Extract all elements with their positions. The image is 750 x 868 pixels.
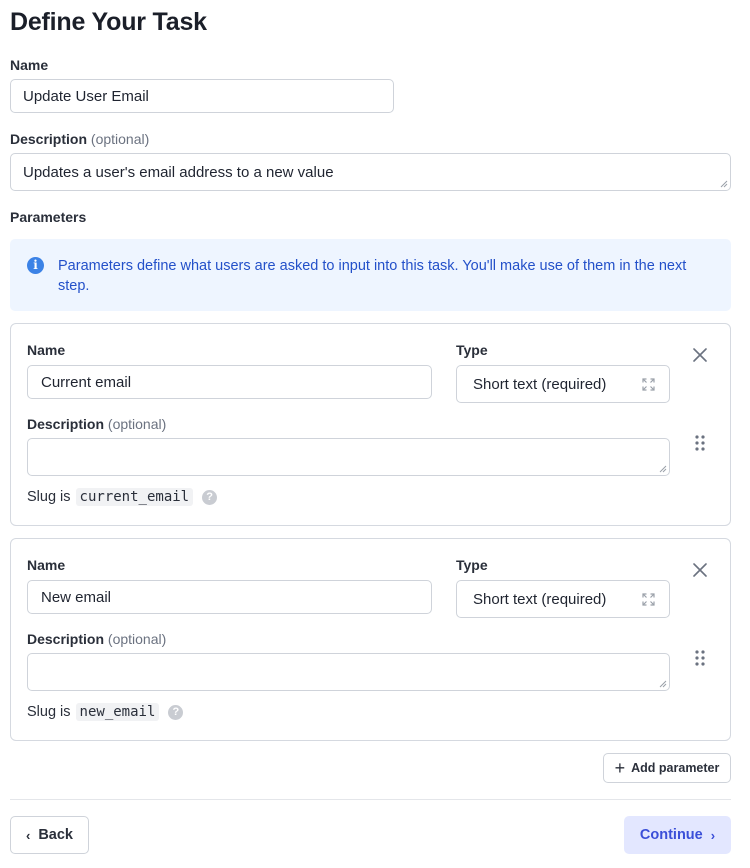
optional-hint: (optional) xyxy=(107,416,167,432)
slug-code: new_email xyxy=(75,703,160,721)
help-question-icon[interactable]: ? xyxy=(202,489,218,505)
parameter-name-value: Current email xyxy=(41,373,132,391)
slug-prefix: Slug is xyxy=(27,489,71,505)
task-name-label: Name xyxy=(10,57,49,73)
continue-button[interactable]: Continue › xyxy=(624,816,731,854)
back-label: Back xyxy=(38,827,73,843)
optional-hint: (optional) xyxy=(107,631,167,647)
task-name-input[interactable]: Update User Email xyxy=(10,79,394,113)
slug-code: current_email xyxy=(75,488,194,506)
parameters-info-text: Parameters define what users are asked t… xyxy=(58,258,687,294)
parameter-description-label: Description (optional) xyxy=(27,631,167,647)
help-question-icon[interactable]: ? xyxy=(168,704,184,720)
back-button[interactable]: ‹ Back xyxy=(10,816,89,854)
parameter-name-value: New email xyxy=(41,588,112,606)
task-description-label: Description (optional) xyxy=(10,131,150,147)
task-description-textarea[interactable]: Updates a user's email address to a new … xyxy=(10,153,731,191)
optional-hint: (optional) xyxy=(90,131,150,147)
parameter-card: Name New email Type Short text (required… xyxy=(10,538,731,741)
resize-handle-icon[interactable] xyxy=(659,465,667,473)
footer-divider xyxy=(10,799,731,800)
drag-handle-icon[interactable] xyxy=(695,650,705,666)
parameters-label: Parameters xyxy=(10,209,87,225)
parameter-card: Name Current email Type Short text (requ… xyxy=(10,323,731,526)
page-title: Define Your Task xyxy=(10,8,207,36)
parameter-name-label: Name xyxy=(27,342,66,358)
drag-handle-icon[interactable] xyxy=(695,435,705,451)
task-description-value: Updates a user's email address to a new … xyxy=(23,163,334,181)
parameter-description-label: Description (optional) xyxy=(27,416,167,432)
expand-icon xyxy=(642,378,655,391)
parameter-name-label: Name xyxy=(27,557,66,573)
chevron-right-icon: › xyxy=(710,827,716,843)
chevron-left-icon: ‹ xyxy=(25,827,31,843)
parameter-slug: Slug is new_email ? xyxy=(27,703,184,721)
resize-handle-icon[interactable] xyxy=(720,180,728,188)
parameter-type-value: Short text (required) xyxy=(473,375,607,393)
parameter-type-label: Type xyxy=(456,557,488,573)
resize-handle-icon[interactable] xyxy=(659,680,667,688)
parameters-info-banner: i Parameters define what users are asked… xyxy=(10,239,731,311)
parameter-name-input[interactable]: New email xyxy=(27,580,432,614)
parameter-slug: Slug is current_email ? xyxy=(27,488,218,506)
remove-parameter-close-icon[interactable] xyxy=(693,563,707,577)
expand-icon xyxy=(642,593,655,606)
parameter-type-select[interactable]: Short text (required) xyxy=(456,580,670,618)
parameter-type-label: Type xyxy=(456,342,488,358)
remove-parameter-close-icon[interactable] xyxy=(693,348,707,362)
parameter-description-textarea[interactable] xyxy=(27,653,670,691)
task-name-value: Update User Email xyxy=(23,87,149,105)
parameter-name-input[interactable]: Current email xyxy=(27,365,432,399)
parameter-type-select[interactable]: Short text (required) xyxy=(456,365,670,403)
plus-icon: + xyxy=(614,758,626,778)
slug-prefix: Slug is xyxy=(27,704,71,720)
parameter-description-textarea[interactable] xyxy=(27,438,670,476)
info-icon: i xyxy=(27,257,44,274)
add-parameter-button[interactable]: + Add parameter xyxy=(603,753,731,783)
parameter-type-value: Short text (required) xyxy=(473,590,607,608)
continue-label: Continue xyxy=(639,827,703,843)
add-parameter-label: Add parameter xyxy=(631,761,720,775)
